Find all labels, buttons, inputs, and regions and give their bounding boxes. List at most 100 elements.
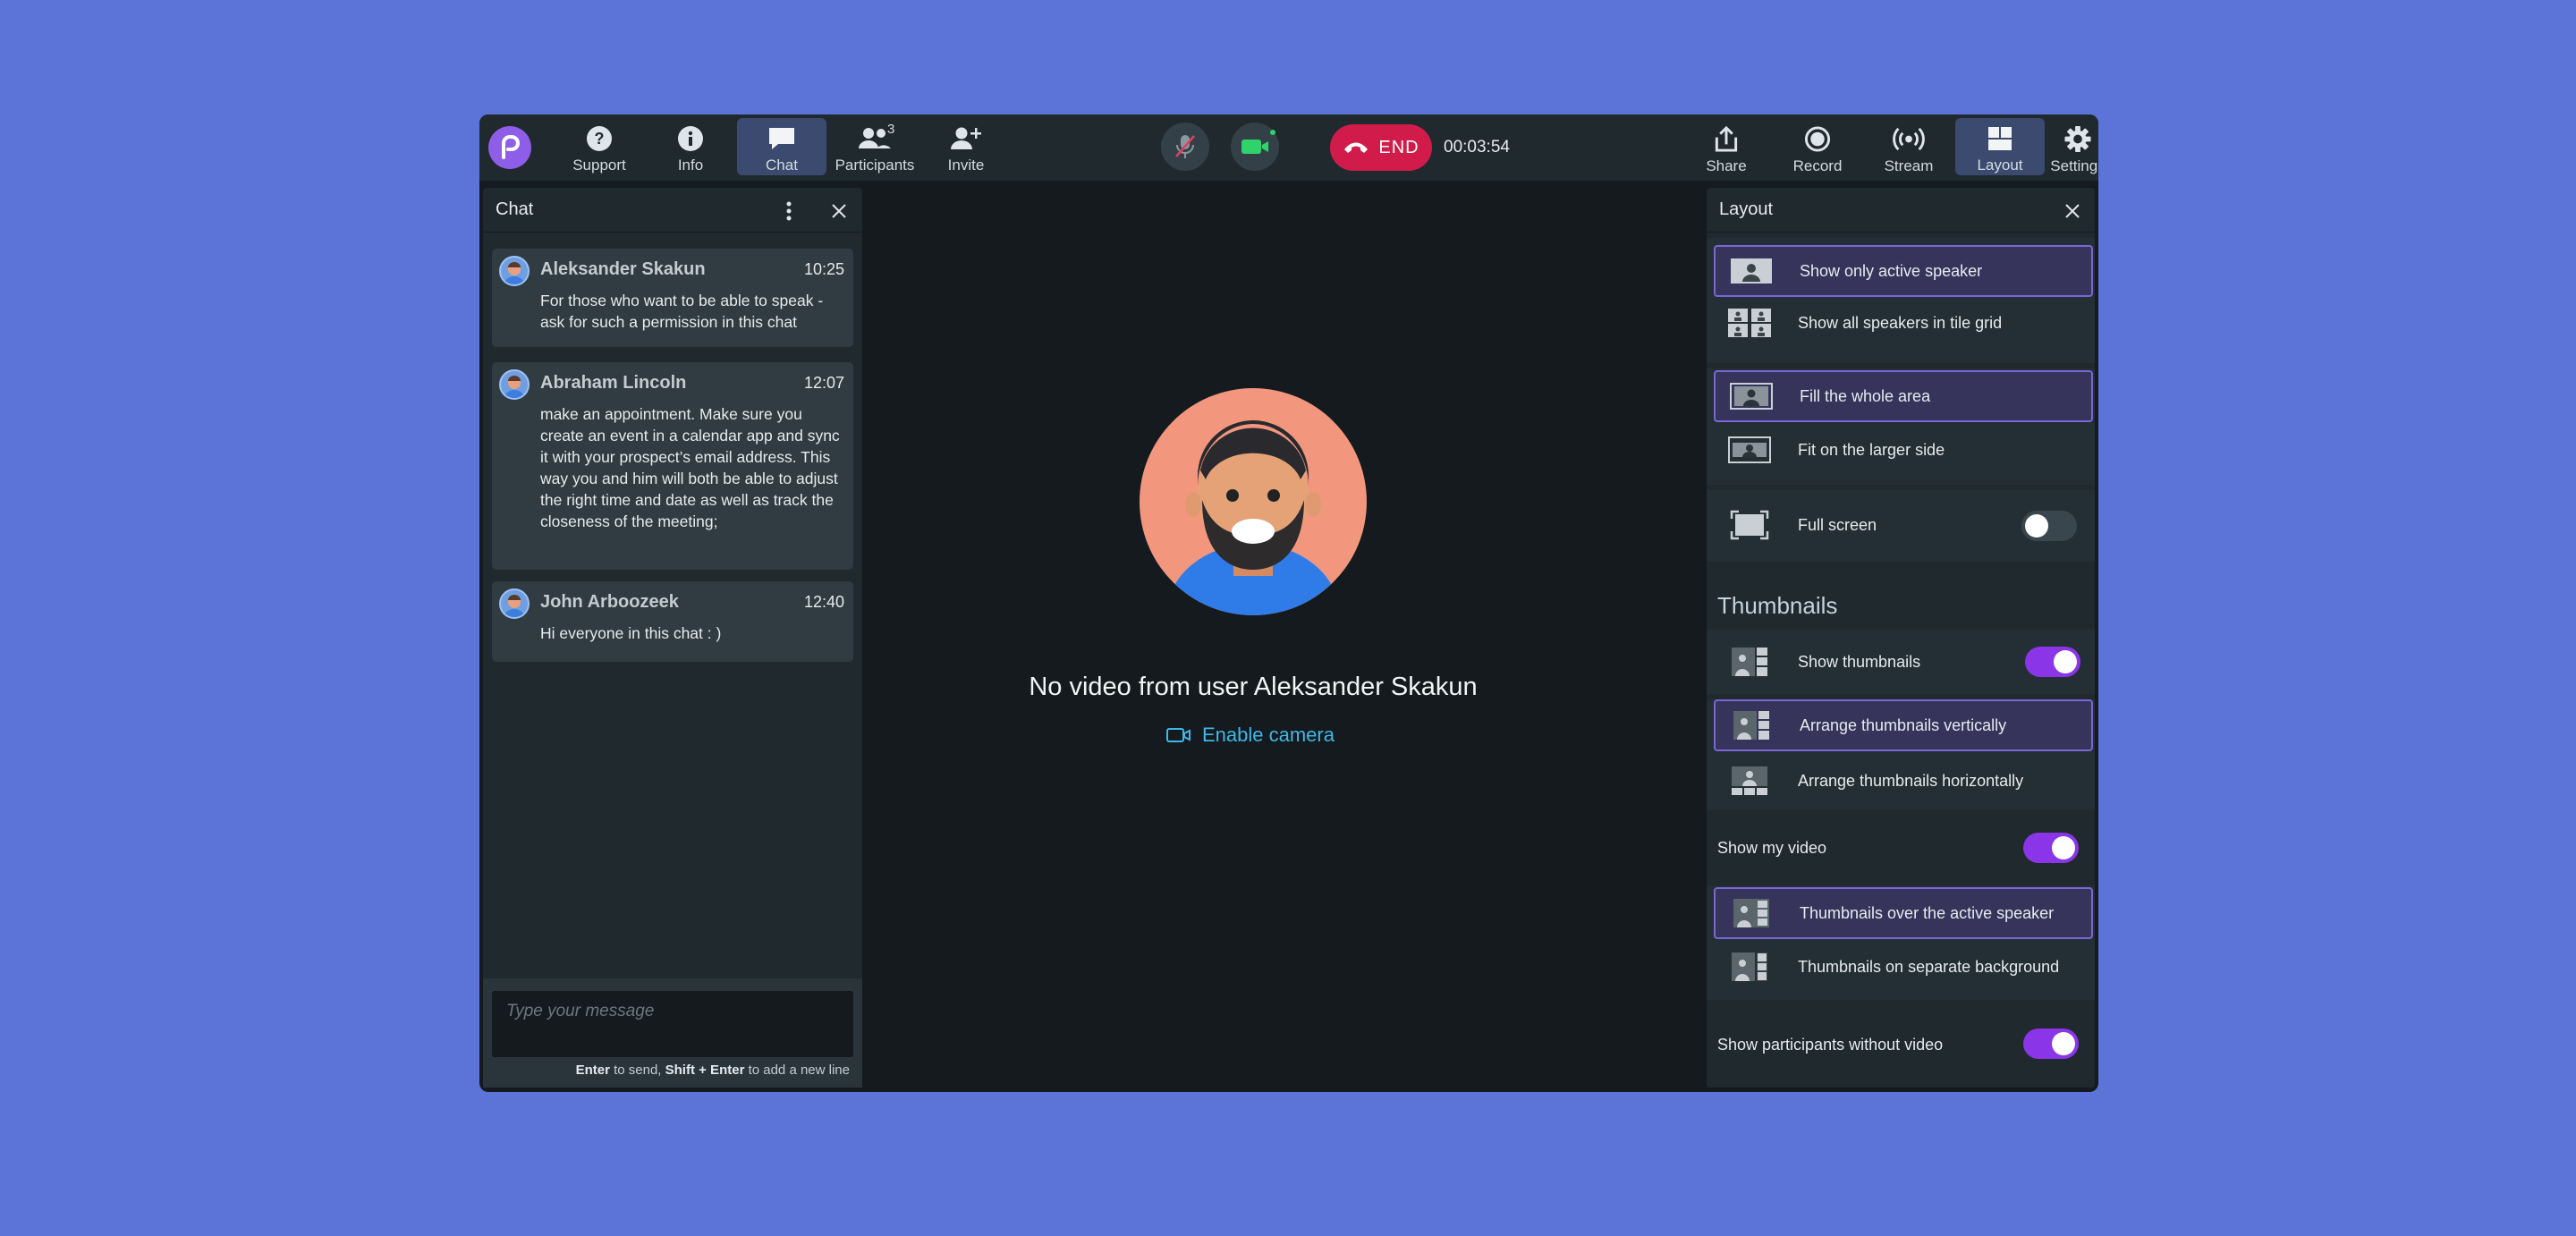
- message-text: For those who want to be able to speak -…: [540, 292, 824, 331]
- option-label: Full screen: [1798, 515, 1877, 534]
- settings-label: Settings: [2050, 157, 2098, 174]
- chat-message: John Arboozeek 12:40 Hi everyone in this…: [492, 581, 853, 662]
- chat-title: Chat: [496, 199, 534, 219]
- chat-panel: Chat Aleksander Skakun 10:25 For those w…: [483, 188, 862, 1088]
- info-button[interactable]: Info: [646, 118, 735, 175]
- message-author: Abraham Lincoln: [540, 373, 687, 393]
- thumbnails-overlay-icon: [1728, 896, 1775, 930]
- settings-button[interactable]: Settings: [2046, 118, 2098, 175]
- arrange-thumbnails-group: Arrange thumbnails vertically Arrange th…: [1707, 699, 2095, 810]
- record-label: Record: [1792, 157, 1843, 174]
- message-text: make an appointment. Make sure you creat…: [540, 405, 840, 530]
- svg-text:?: ?: [595, 130, 605, 148]
- option-label: Fill the whole area: [1800, 386, 1931, 405]
- invite-button[interactable]: Invite: [921, 118, 1011, 175]
- toggle-knob: [2025, 514, 2048, 538]
- gear-icon: [2064, 125, 2091, 153]
- stream-button[interactable]: Stream: [1864, 118, 1953, 175]
- microphone-muted-icon: [1175, 135, 1195, 158]
- show-my-video-label: Show my video: [1717, 839, 1827, 857]
- layout-title: Layout: [1719, 199, 1774, 219]
- thumbnails-separate-icon: [1726, 950, 1773, 984]
- end-call-button[interactable]: END: [1330, 124, 1432, 171]
- top-toolbar: ? Support Info Chat 3 Participants Invit…: [479, 114, 2098, 181]
- speaker-avatar: [1140, 388, 1367, 615]
- fit-mode-group: Fill the whole area Fit on the larger si…: [1707, 368, 2095, 485]
- invite-label: Invite: [947, 157, 985, 174]
- chat-label: Chat: [766, 157, 798, 174]
- option-label: Thumbnails on separate background: [1798, 957, 2060, 976]
- view-mode-group: Show only active speaker Show all speake…: [1707, 238, 2095, 363]
- record-button[interactable]: Record: [1773, 118, 1862, 175]
- fill-area-icon: [1728, 379, 1775, 413]
- support-button[interactable]: ? Support: [555, 118, 644, 175]
- user-avatar: [499, 369, 530, 400]
- layout-header: Layout: [1707, 188, 2095, 233]
- enable-camera-label: Enable camera: [1202, 724, 1335, 746]
- app-logo: [488, 126, 531, 169]
- toggle-knob: [2052, 1032, 2075, 1055]
- close-icon[interactable]: [831, 203, 847, 219]
- option-fill-area[interactable]: Fill the whole area: [1714, 370, 2093, 422]
- option-thumbnails-over-speaker[interactable]: Thumbnails over the active speaker: [1714, 887, 2093, 939]
- layout-panel: Layout Show only active speaker Show all…: [1707, 188, 2095, 1088]
- participants-count-badge: 3: [887, 122, 895, 137]
- option-active-speaker[interactable]: Show only active speaker: [1714, 245, 2093, 297]
- full-screen-toggle[interactable]: [2021, 511, 2077, 541]
- conference-window: ? Support Info Chat 3 Participants Invit…: [479, 114, 2098, 1092]
- option-label: Arrange thumbnails vertically: [1800, 715, 2007, 734]
- microphone-button[interactable]: [1161, 123, 1209, 171]
- option-arrange-horizontal[interactable]: Arrange thumbnails horizontally: [1714, 755, 2093, 807]
- thumbnails-section-title: Thumbnails: [1717, 592, 1838, 619]
- chat-message: Aleksander Skakun 10:25 For those who wa…: [492, 249, 853, 347]
- end-label: END: [1378, 137, 1419, 157]
- camera-button[interactable]: [1231, 123, 1279, 171]
- layout-label: Layout: [1977, 157, 2023, 174]
- enable-camera-link[interactable]: Enable camera: [1166, 724, 1335, 747]
- show-without-video-toggle[interactable]: [2023, 1029, 2079, 1059]
- active-speaker-icon: [1728, 254, 1775, 288]
- chat-header: Chat: [483, 188, 862, 233]
- thumbnails-icon: [1726, 645, 1773, 679]
- share-icon: [1715, 125, 1738, 152]
- show-without-video-group: Show participants without video: [1707, 1005, 2095, 1084]
- chat-message: Abraham Lincoln 12:07 make an appointmen…: [492, 362, 853, 570]
- call-timer: 00:03:54: [1444, 138, 1510, 157]
- message-time: 10:25: [803, 260, 844, 278]
- option-thumbnails-separate[interactable]: Thumbnails on separate background: [1714, 941, 2093, 993]
- message-author: John Arboozeek: [540, 592, 679, 612]
- help-icon: ?: [587, 126, 612, 151]
- chat-icon: [769, 128, 794, 149]
- participants-label: Participants: [835, 157, 915, 174]
- layout-button[interactable]: Layout: [1955, 118, 2045, 175]
- tile-grid-icon: [1726, 306, 1773, 340]
- show-my-video-toggle[interactable]: [2023, 833, 2079, 863]
- message-text: Hi everyone in this chat : ): [540, 624, 722, 642]
- user-avatar: [499, 588, 530, 619]
- option-label: Thumbnails over the active speaker: [1800, 903, 2055, 922]
- phone-hangup-icon: [1344, 142, 1368, 153]
- user-avatar: [499, 256, 530, 286]
- option-label: Fit on the larger side: [1798, 440, 1945, 459]
- record-icon: [1804, 126, 1831, 152]
- message-time: 12:07: [803, 374, 844, 392]
- option-arrange-vertical[interactable]: Arrange thumbnails vertically: [1714, 699, 2093, 751]
- chat-button[interactable]: Chat: [737, 118, 826, 175]
- full-screen-icon: [1726, 508, 1773, 542]
- participants-button[interactable]: 3 Participants: [830, 118, 919, 175]
- option-fit-larger-side[interactable]: Fit on the larger side: [1714, 424, 2093, 476]
- close-icon[interactable]: [2064, 203, 2080, 219]
- option-label: Show all speakers in tile grid: [1798, 313, 2003, 332]
- chat-message-input[interactable]: Type your message: [492, 991, 853, 1057]
- stream-label: Stream: [1884, 157, 1934, 174]
- option-tile-grid[interactable]: Show all speakers in tile grid: [1714, 297, 2093, 349]
- more-vertical-icon[interactable]: [785, 201, 792, 221]
- show-thumbnails-toggle[interactable]: [2025, 647, 2080, 677]
- support-label: Support: [572, 157, 626, 174]
- thumbnail-placement-group: Thumbnails over the active speaker Thumb…: [1707, 885, 2095, 1000]
- video-camera-icon: [1241, 140, 1268, 154]
- share-button[interactable]: Share: [1682, 118, 1771, 175]
- message-time: 12:40: [803, 593, 844, 611]
- info-label: Info: [677, 157, 704, 174]
- info-icon: [678, 126, 703, 151]
